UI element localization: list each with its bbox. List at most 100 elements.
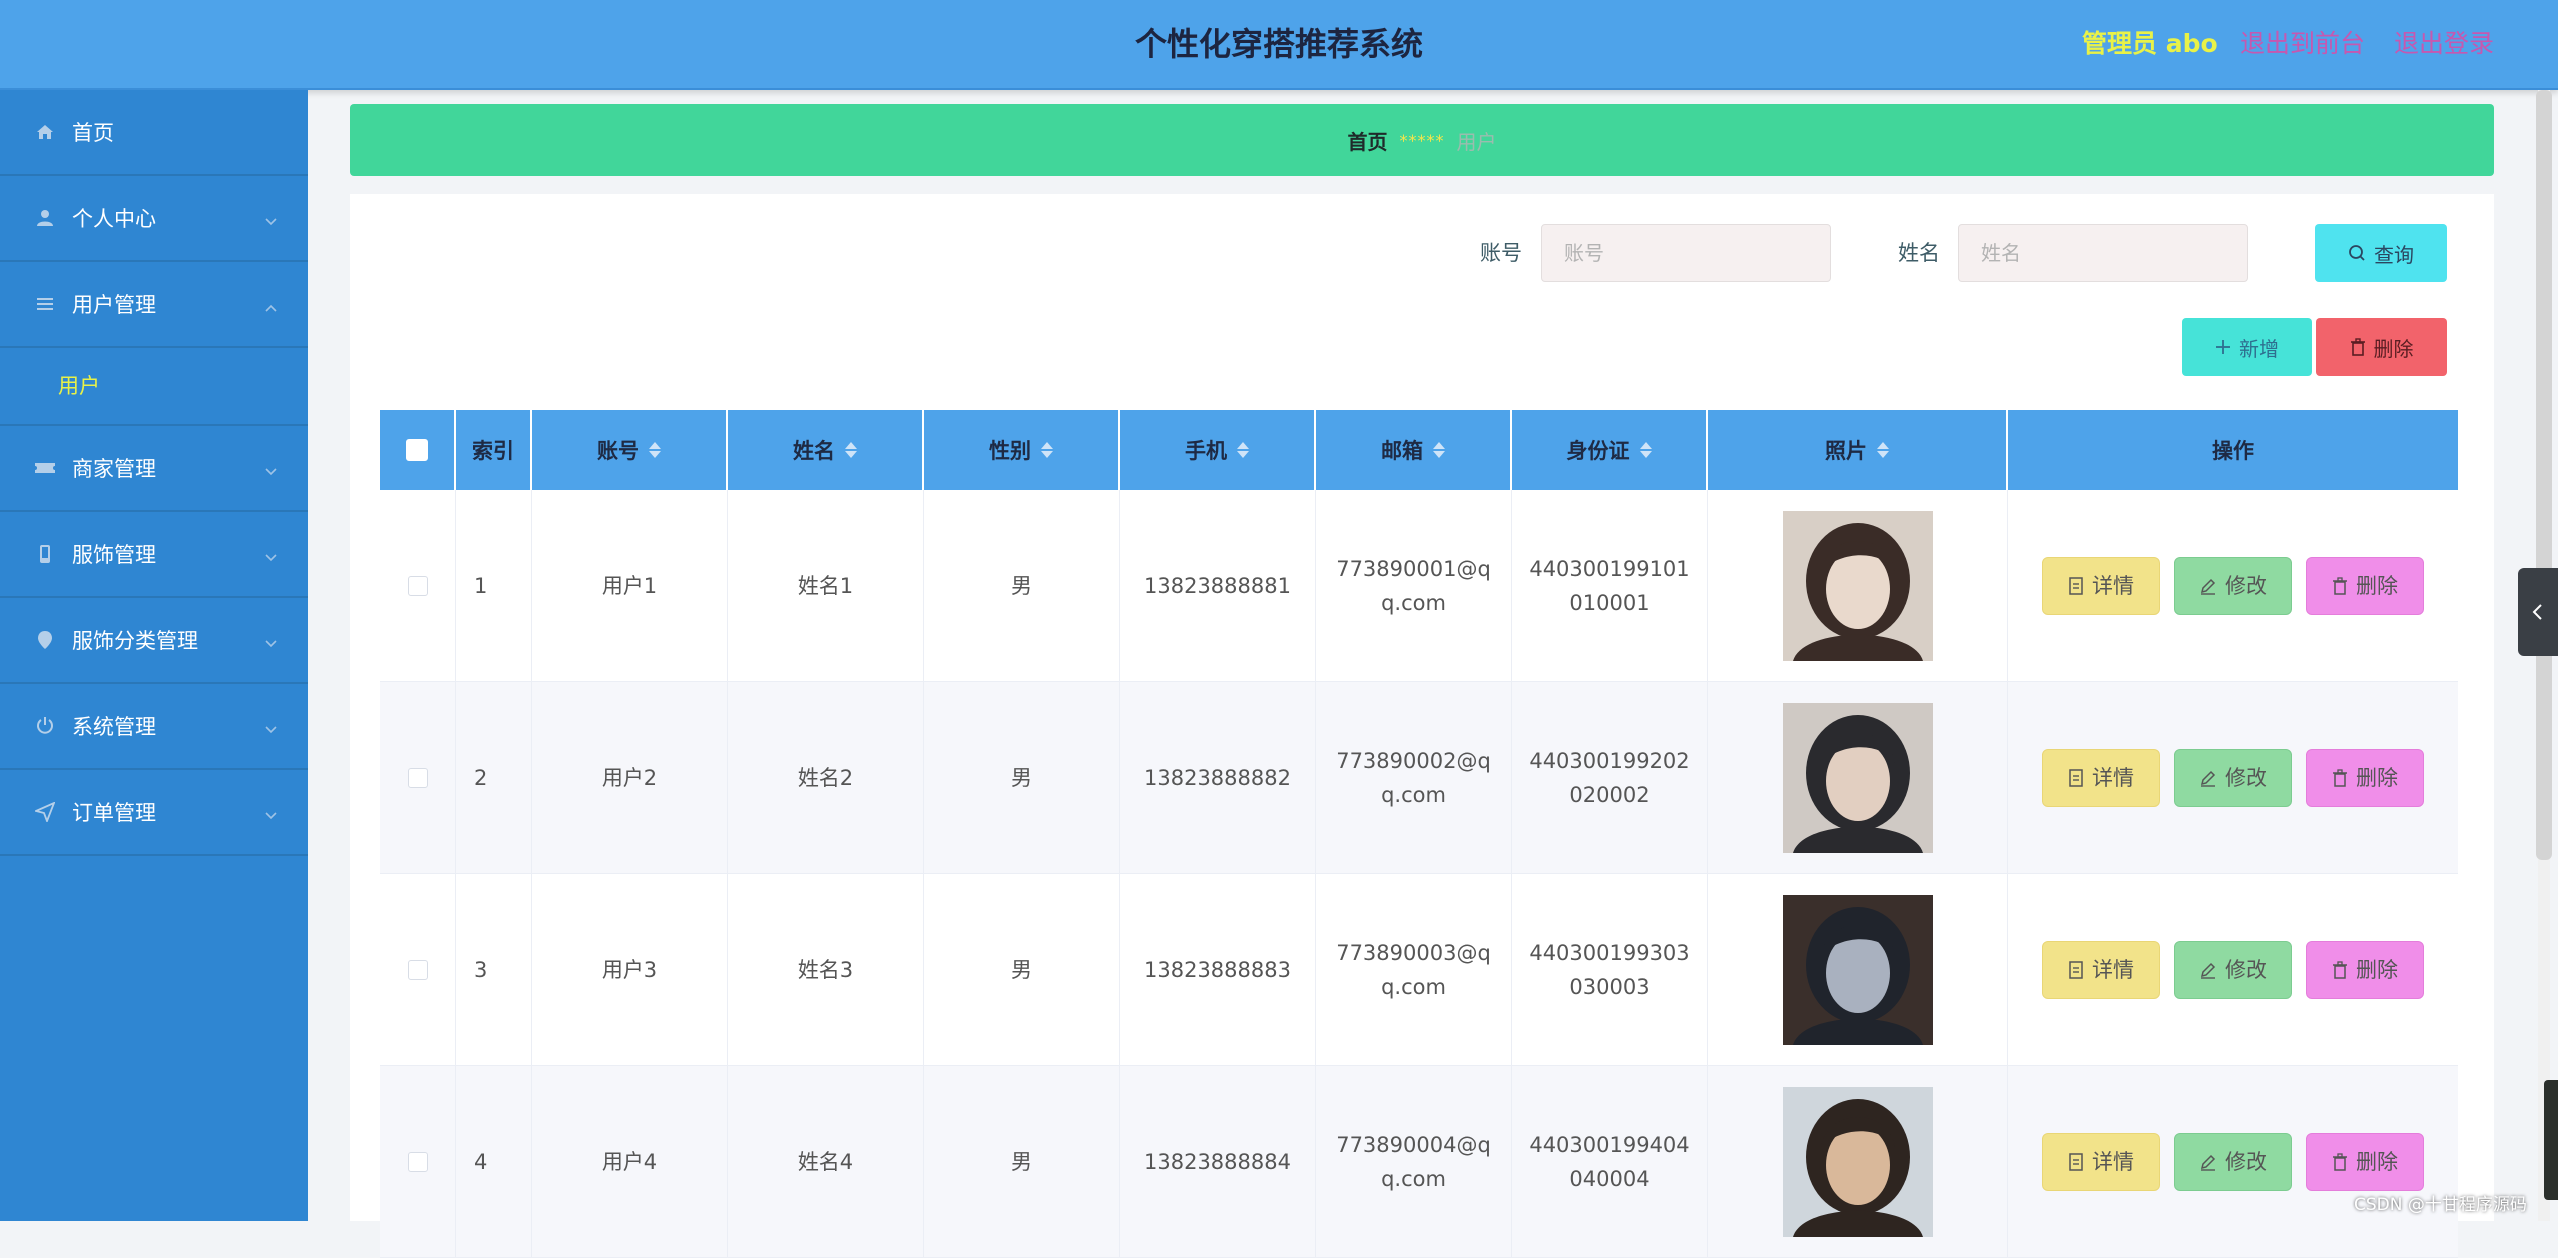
cell-name: 姓名3 (728, 874, 924, 1065)
cell-index-text: 1 (474, 573, 488, 598)
table-body: 1 用户1 姓名1 男 13823888881 773890001@qq.com… (380, 490, 2458, 1258)
edit-button[interactable]: 修改 (2174, 556, 2292, 615)
row-checkbox[interactable] (407, 1151, 428, 1172)
add-button[interactable]: 新增 (2182, 318, 2312, 376)
collapse-panel-tab[interactable] (2518, 568, 2558, 656)
sort-icon[interactable] (1041, 442, 1053, 458)
sidebar-item-order-management[interactable]: 订单管理 (0, 770, 308, 856)
cell-email: 773890004@qq.com (1316, 1066, 1512, 1257)
table-row: 1 用户1 姓名1 男 13823888881 773890001@qq.com… (380, 490, 2458, 682)
column-header-id-card[interactable]: 身份证 (1512, 410, 1708, 490)
chevron-down-icon (264, 546, 278, 562)
trash-icon (2333, 576, 2347, 595)
document-icon (2069, 1152, 2083, 1171)
sidebar-item-clothing-management[interactable]: 服饰管理 (0, 512, 308, 598)
sidebar-item-user-management[interactable]: 用户管理 (0, 262, 308, 348)
cell-account-text: 用户2 (601, 765, 658, 790)
breadcrumb-home[interactable]: 首页 (1348, 126, 1388, 155)
sort-icon[interactable] (649, 442, 661, 458)
sidebar-subitem-users[interactable]: 用户 (0, 348, 308, 426)
chevron-up-icon (264, 296, 278, 312)
batch-delete-button[interactable]: 删除 (2316, 318, 2447, 376)
floating-widget[interactable] (2544, 1080, 2558, 1200)
sidebar-item-system-management[interactable]: 系统管理 (0, 684, 308, 770)
column-header-gender[interactable]: 性别 (924, 410, 1120, 490)
delete-button[interactable]: 删除 (2306, 1132, 2424, 1191)
edit-button[interactable]: 修改 (2174, 748, 2292, 807)
edit-button[interactable]: 修改 (2174, 1132, 2292, 1191)
cell-account: 用户2 (532, 682, 728, 873)
edit-button[interactable]: 修改 (2174, 940, 2292, 999)
cell-photo (1708, 874, 2008, 1065)
scrollbar-thumb[interactable] (2536, 90, 2552, 860)
exit-to-front-link[interactable]: 退出到前台 (2240, 0, 2365, 88)
sidebar-item-label: 服饰分类管理 (72, 629, 198, 653)
cell-gender-text: 男 (1011, 1149, 1032, 1174)
watermark: CSDN @十甘程序源码 (2354, 1195, 2527, 1215)
cell-photo (1708, 490, 2008, 681)
sidebar-item-personal-center[interactable]: 个人中心 (0, 176, 308, 262)
sort-icon[interactable] (1877, 442, 1889, 458)
detail-button[interactable]: 详情 (2042, 1132, 2160, 1191)
column-header-label: 照片 (1825, 439, 1867, 463)
delete-button-label: 删除 (2356, 765, 2398, 790)
logout-link[interactable]: 退出登录 (2394, 0, 2494, 88)
column-header-label: 操作 (2212, 439, 2254, 463)
delete-button[interactable]: 删除 (2306, 940, 2424, 999)
column-header-account[interactable]: 账号 (532, 410, 728, 490)
edit-button-label: 修改 (2225, 765, 2267, 790)
user-photo[interactable] (1782, 894, 1933, 1045)
column-header-label: 索引 (472, 439, 514, 463)
plus-icon (2216, 340, 2230, 354)
detail-button-label: 详情 (2092, 957, 2134, 982)
user-photo[interactable] (1782, 510, 1933, 661)
detail-button-label: 详情 (2092, 573, 2134, 598)
detail-button[interactable]: 详情 (2042, 556, 2160, 615)
sidebar-item-home[interactable]: 首页 (0, 90, 308, 176)
delete-button[interactable]: 删除 (2306, 748, 2424, 807)
cell-gender: 男 (924, 682, 1120, 873)
cell-name: 姓名2 (728, 682, 924, 873)
cell-actions: 详情 修改 删除 (2008, 490, 2458, 681)
document-icon (2069, 768, 2083, 787)
sort-icon[interactable] (1639, 442, 1652, 458)
column-header-index: 索引 (456, 410, 532, 490)
delete-button[interactable]: 删除 (2306, 556, 2424, 615)
delete-button-label: 删除 (2356, 573, 2398, 598)
user-photo[interactable] (1782, 702, 1933, 853)
pencil-icon (2200, 578, 2216, 595)
cell-index: 3 (456, 874, 532, 1065)
detail-button[interactable]: 详情 (2042, 748, 2160, 807)
cell-name-text: 姓名1 (797, 573, 854, 598)
cell-index: 4 (456, 1066, 532, 1257)
table-header: 索引 账号 姓名 性别 手机 邮箱 身份证 照片 操作 (380, 410, 2458, 490)
row-checkbox[interactable] (407, 767, 428, 788)
sort-icon[interactable] (1237, 442, 1249, 458)
sort-icon[interactable] (845, 442, 857, 458)
table-row: 2 用户2 姓名2 男 13823888882 773890002@qq.com… (380, 682, 2458, 874)
column-header-email[interactable]: 邮箱 (1316, 410, 1512, 490)
select-all-checkbox[interactable] (406, 439, 428, 461)
column-header-name[interactable]: 姓名 (728, 410, 924, 490)
detail-button-label: 详情 (2092, 765, 2134, 790)
row-checkbox[interactable] (407, 575, 428, 596)
trash-icon (2333, 768, 2347, 787)
column-header-photo[interactable]: 照片 (1708, 410, 2008, 490)
cell-id-card-text: 440300199202020002 (1529, 748, 1690, 807)
account-search-input[interactable]: 账号 (1541, 224, 1831, 282)
sidebar-item-merchant-management[interactable]: 商家管理 (0, 426, 308, 512)
query-button[interactable]: 查询 (2315, 224, 2447, 282)
sidebar-item-clothing-category-management[interactable]: 服饰分类管理 (0, 598, 308, 684)
user-photo[interactable] (1782, 1086, 1933, 1237)
home-icon (34, 121, 56, 143)
detail-button[interactable]: 详情 (2042, 940, 2160, 999)
table-row: 4 用户4 姓名4 男 13823888884 773890004@qq.com… (380, 1066, 2458, 1258)
cell-email: 773890003@qq.com (1316, 874, 1512, 1065)
cell-phone: 13823888882 (1120, 682, 1316, 873)
row-checkbox[interactable] (407, 959, 428, 980)
column-header-phone[interactable]: 手机 (1120, 410, 1316, 490)
name-search-input[interactable]: 姓名 (1958, 224, 2248, 282)
query-button-label: 查询 (2374, 242, 2414, 267)
cell-index: 1 (456, 490, 532, 681)
sort-icon[interactable] (1433, 442, 1445, 458)
